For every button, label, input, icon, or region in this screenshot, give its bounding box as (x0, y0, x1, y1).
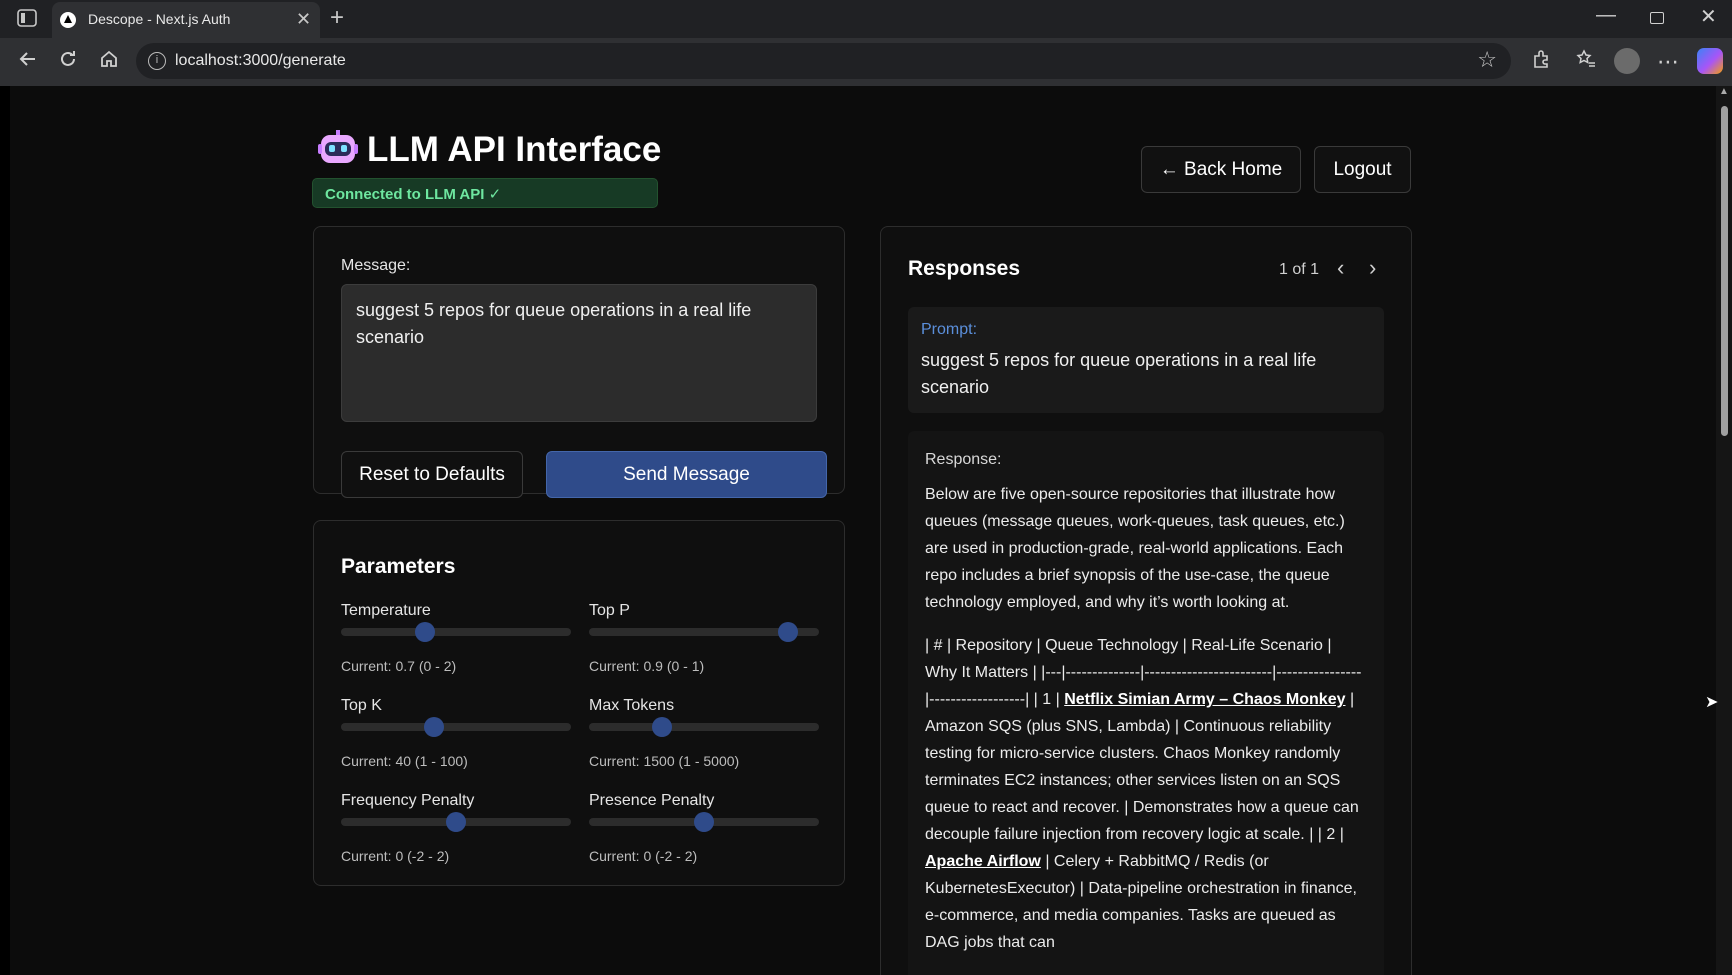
slider-thumb[interactable] (778, 622, 798, 642)
tab-close-icon[interactable]: ✕ (296, 9, 311, 29)
page-content: LLM API Interface Connected to LLM API ✓… (10, 86, 1716, 975)
repo-link-apache-airflow[interactable]: Apache Airflow (925, 853, 1041, 870)
page-title: LLM API Interface (367, 130, 662, 169)
logout-button[interactable]: Logout (1314, 146, 1411, 193)
scroll-up-icon[interactable]: ▲ (1719, 86, 1729, 97)
max-tokens-param: Max Tokens Current: 1500 (1 - 5000) (589, 697, 819, 777)
top-p-slider[interactable] (589, 622, 819, 642)
max-tokens-slider[interactable] (589, 717, 819, 737)
slider-thumb[interactable] (414, 622, 435, 642)
home-icon[interactable] (95, 48, 123, 76)
page-scrollbar[interactable]: ▲ (1716, 86, 1732, 975)
tab-actions-icon[interactable] (17, 9, 39, 29)
param-current-value: Current: 40 (1 - 100) (341, 753, 468, 769)
slider-thumb[interactable] (423, 717, 444, 737)
param-label: Max Tokens (589, 697, 675, 714)
response-intro: Below are five open-source repositories … (925, 486, 1345, 611)
mouse-cursor-icon: ➤ (1705, 694, 1719, 711)
chevron-left-icon[interactable]: ‹ (1337, 255, 1344, 281)
more-menu-icon[interactable]: ⋯ (1654, 48, 1682, 76)
param-current-value: Current: 0.7 (0 - 2) (341, 658, 457, 674)
param-label: Presence Penalty (589, 792, 715, 809)
site-info-icon[interactable]: i (148, 52, 166, 70)
param-label: Top K (341, 697, 382, 714)
top-k-param: Top K Current: 40 (1 - 100) (341, 697, 571, 777)
slider-thumb[interactable] (694, 812, 714, 832)
reload-icon[interactable] (54, 48, 82, 76)
connection-status-badge: Connected to LLM API ✓ (312, 178, 658, 208)
prompt-text: suggest 5 repos for queue operations in … (921, 350, 1317, 397)
param-label: Frequency Penalty (341, 792, 475, 809)
repo-link-chaos-monkey[interactable]: Netflix Simian Army – Chaos Monkey (1064, 691, 1345, 708)
response-counter: 1 of 1 (1279, 261, 1320, 278)
frequency-penalty-param: Frequency Penalty Current: 0 (-2 - 2) (341, 792, 571, 872)
profile-avatar[interactable] (1614, 48, 1640, 74)
prompt-box: Prompt: suggest 5 repos for queue operat… (908, 307, 1384, 413)
message-textarea[interactable]: suggest 5 repos for queue operations in … (341, 284, 817, 422)
param-label: Temperature (341, 602, 431, 619)
tab-title: Descope - Next.js Auth (88, 11, 231, 27)
presence-penalty-slider[interactable] (589, 812, 819, 832)
browser-toolbar: i localhost:3000/generate ☆ ⋯ (0, 38, 1732, 86)
response-table-text: | # | Repository | Queue Technology | Re… (925, 632, 1367, 956)
favorites-icon[interactable] (1572, 48, 1600, 76)
window-close-icon[interactable]: ✕ (1700, 4, 1717, 29)
slider-thumb[interactable] (446, 812, 466, 832)
new-tab-button[interactable]: + (330, 4, 344, 32)
restore-icon[interactable] (1650, 12, 1664, 24)
copilot-icon[interactable] (1697, 48, 1723, 74)
param-current-value: Current: 1500 (1 - 5000) (589, 753, 740, 769)
send-message-button[interactable]: Send Message (546, 451, 827, 498)
scrollbar-thumb[interactable] (1721, 106, 1728, 436)
descope-favicon-icon (60, 12, 76, 28)
top-p-param: Top P Current: 0.9 (0 - 1) (589, 602, 819, 682)
prompt-label: Prompt: (921, 321, 978, 338)
temperature-slider[interactable] (341, 622, 571, 642)
back-arrow-icon[interactable] (14, 48, 42, 76)
message-label: Message: (341, 257, 411, 274)
response-label: Response: (925, 451, 1002, 468)
responses-card: Responses 1 of 1 ‹ › Prompt: suggest 5 r… (880, 226, 1412, 975)
param-current-value: Current: 0 (-2 - 2) (589, 848, 698, 864)
presence-penalty-param: Presence Penalty Current: 0 (-2 - 2) (589, 792, 819, 872)
response-box: Response: Below are five open-source rep… (908, 431, 1384, 975)
slider-thumb[interactable] (651, 717, 672, 737)
favorite-star-icon[interactable]: ☆ (1477, 47, 1497, 73)
top-k-slider[interactable] (341, 717, 571, 737)
chevron-right-icon[interactable]: › (1369, 255, 1376, 281)
temperature-param: Temperature Current: 0.7 (0 - 2) (341, 602, 571, 682)
parameters-card: Parameters Temperature Current: 0.7 (0 -… (313, 520, 845, 886)
responses-title: Responses (908, 257, 1021, 280)
row-1-text: | Amazon SQS (plus SNS, Lambda) | Contin… (925, 691, 1359, 843)
message-card: Message: suggest 5 repos for queue opera… (313, 226, 845, 498)
robot-icon (318, 130, 358, 166)
param-current-value: Current: 0.9 (0 - 1) (589, 658, 705, 674)
param-label: Top P (589, 602, 630, 619)
param-current-value: Current: 0 (-2 - 2) (341, 848, 450, 864)
address-bar[interactable]: i localhost:3000/generate ☆ (136, 43, 1511, 79)
browser-tab-bar: Descope - Next.js Auth ✕ + — ✕ (0, 0, 1732, 38)
browser-tab[interactable]: Descope - Next.js Auth ✕ (52, 2, 320, 38)
extensions-icon[interactable] (1527, 48, 1555, 76)
frequency-penalty-slider[interactable] (341, 812, 571, 832)
back-home-button[interactable]: ← Back Home (1141, 146, 1301, 193)
url-text[interactable]: localhost:3000/generate (175, 52, 346, 70)
parameters-title: Parameters (341, 555, 456, 578)
minimize-icon[interactable]: — (1596, 4, 1616, 27)
reset-defaults-button[interactable]: Reset to Defaults (341, 451, 523, 498)
